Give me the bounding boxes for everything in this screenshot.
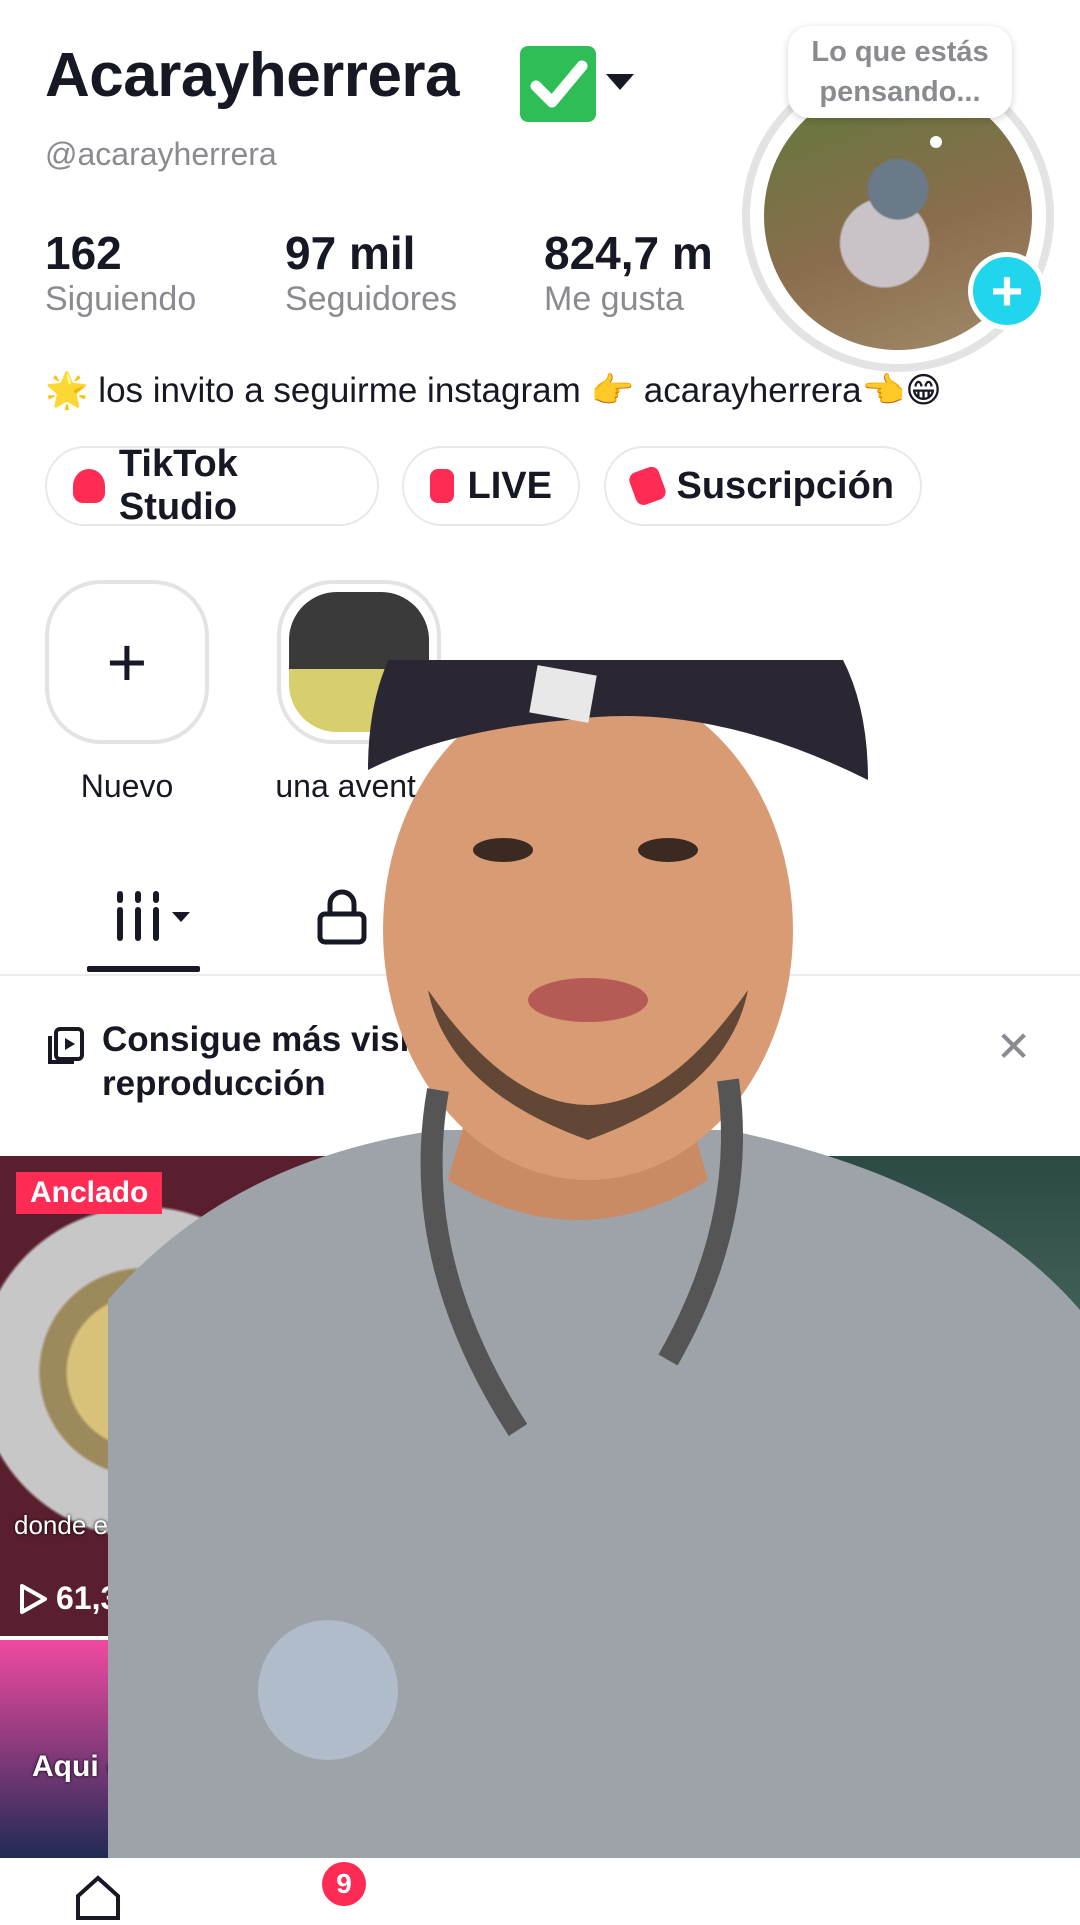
verified-check-icon (520, 46, 596, 122)
person-video-image (108, 660, 1080, 1920)
stat-likes[interactable]: 824,7 m Me gusta (544, 226, 713, 319)
profile-name: Acarayherrera (45, 41, 460, 110)
video-views: 61,3 (18, 1580, 118, 1617)
live-button[interactable]: LIVE (402, 446, 580, 526)
subscription-button[interactable]: Suscripción (604, 446, 922, 526)
stat-label: Seguidores (285, 280, 458, 318)
stat-value: 824,7 m (544, 227, 713, 279)
stat-following[interactable]: 162 Siguiendo (45, 226, 196, 319)
floating-video-overlay[interactable] (108, 660, 1080, 1920)
stat-value: 97 mil (285, 227, 416, 279)
stat-followers[interactable]: 97 mil Seguidores (285, 226, 457, 319)
button-label: LIVE (467, 464, 552, 507)
thought-bubble-text: Lo que estás pensando... (811, 36, 989, 108)
profile-bio: 🌟 los invito a seguirme instagram 👉 acar… (45, 371, 942, 410)
live-icon (430, 469, 454, 503)
home-icon[interactable] (74, 1874, 122, 1925)
thought-bubble[interactable]: Lo que estás pensando... (788, 26, 1012, 118)
playlist-icon (46, 1026, 86, 1071)
add-story-plus-icon[interactable]: + (968, 252, 1046, 330)
subscription-icon (627, 464, 668, 508)
stat-label: Me gusta (544, 280, 684, 318)
stat-label: Siguiendo (45, 280, 197, 318)
tiktok-studio-button[interactable]: TikTok Studio (45, 443, 379, 528)
button-label: TikTok Studio (118, 443, 238, 528)
bottom-navigation (0, 1858, 1080, 1920)
button-label: Suscripción (676, 464, 895, 507)
play-icon (20, 1583, 47, 1614)
studio-icon (73, 469, 105, 503)
inbox-notification-badge[interactable]: 9 (322, 1862, 366, 1906)
account-switch-chevron-down-icon[interactable] (606, 74, 634, 90)
stat-value: 162 (45, 227, 122, 279)
profile-username: @acarayherrera (45, 136, 277, 172)
thought-bubble-tail (930, 136, 942, 148)
